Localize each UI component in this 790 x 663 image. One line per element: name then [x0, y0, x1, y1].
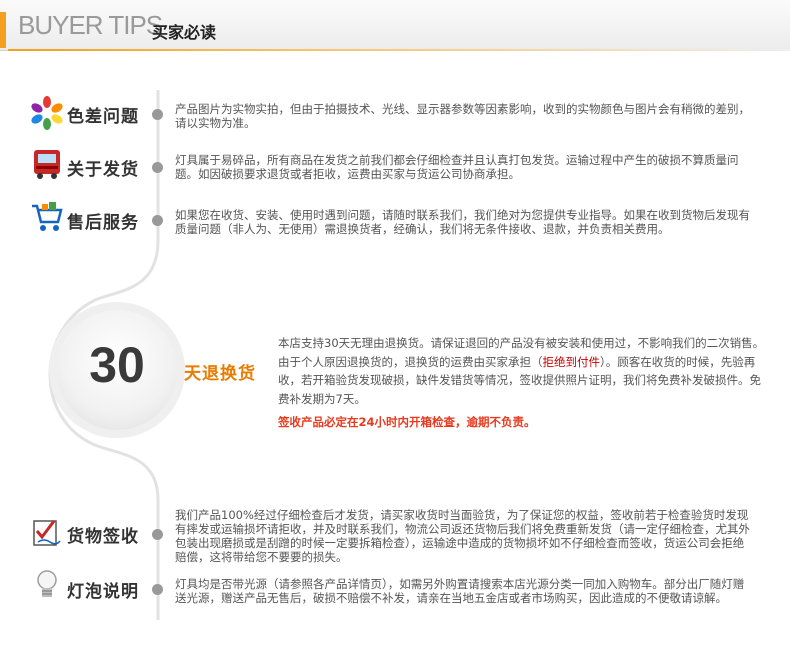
timeline-dot: [152, 162, 163, 173]
row-text-color-diff: 产品图片为实物实拍，但由于拍摄技术、光线、显示器参数等因素影响，收到的实物颜色与…: [175, 102, 750, 130]
row-text-after-sales: 如果您在收货、安装、使用时遇到问题，请随时联系我们，我们绝对为您提供专业指导。如…: [175, 208, 750, 236]
timeline-dot: [152, 584, 163, 595]
signature-check-icon: [33, 520, 61, 546]
timeline-dot: [152, 529, 163, 540]
row-title-sign-for-goods: 货物签收: [67, 527, 139, 547]
row-title-shipping: 关于发货: [67, 160, 139, 180]
return-days-label: 天退换货: [184, 364, 256, 384]
timeline-dot: [152, 215, 163, 226]
shopping-cart-icon: [32, 202, 63, 231]
return-policy-text: 本店支持30天无理由退换货。请保证退回的产品没有被安装和使用过，不影响我们的二次…: [278, 334, 766, 408]
return-policy-highlight: 拒绝到付件: [542, 354, 601, 369]
row-title-after-sales: 售后服务: [67, 213, 139, 233]
row-title-bulb-info: 灯泡说明: [67, 582, 139, 602]
color-palette-icon: [31, 96, 63, 130]
row-text-bulb-info: 灯具均是否带光源（请参照各产品详情页），如需另外购置请搜索本店光源分类一同加入购…: [175, 577, 745, 605]
row-text-sign-for-goods: 我们产品100%经过仔细检查后才发货，请买家收货时当面验货，为了保证您的权益，签…: [175, 508, 750, 564]
return-policy-warning: 签收产品必定在24小时内开箱检查，逾期不负责。: [278, 415, 536, 429]
timeline-dot: [152, 109, 163, 120]
return-days-number: 30: [89, 337, 145, 393]
row-text-shipping: 灯具属于易碎品，所有商品在发货之前我们都会仔细检查并且认真打包发货。运输过程中产…: [175, 153, 739, 181]
row-title-color-diff: 色差问题: [67, 107, 139, 127]
light-bulb-icon: [37, 570, 57, 597]
delivery-truck-icon: [34, 150, 60, 179]
